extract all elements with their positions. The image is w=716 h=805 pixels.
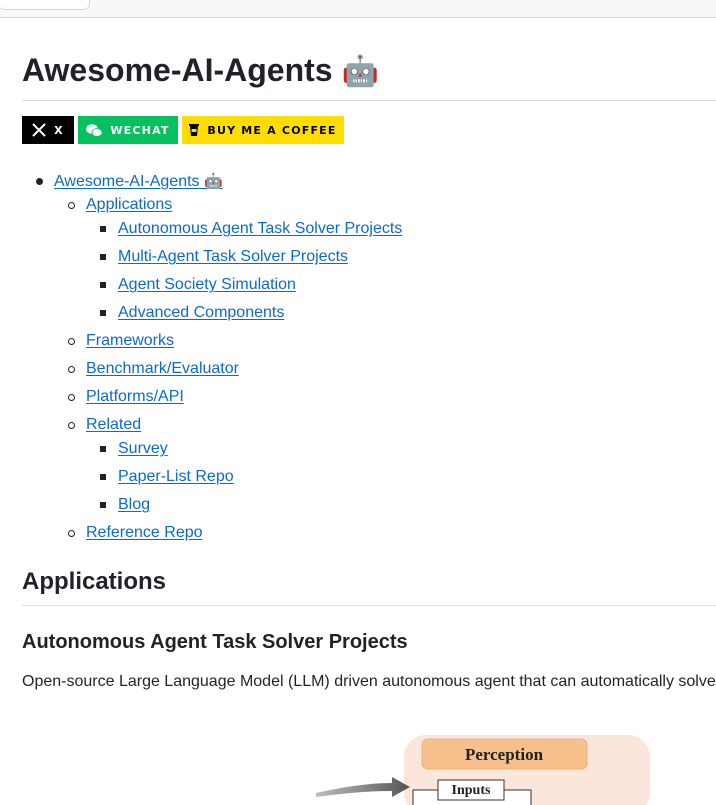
toc-item-advanced[interactable]: Advanced Components xyxy=(100,302,284,324)
circle-bullet xyxy=(68,394,75,401)
coffee-cup-icon xyxy=(189,124,200,136)
robot-emoji-icon: 🤖 xyxy=(204,172,223,190)
toc-item-blog[interactable]: Blog xyxy=(100,494,150,516)
robot-emoji-icon: 🤖 xyxy=(341,54,379,89)
square-bullet xyxy=(100,254,106,260)
toc-link-platforms[interactable]: Platforms/API xyxy=(86,388,184,405)
x-logo-icon xyxy=(32,123,46,137)
toc-link-paper-list[interactable]: Paper-List Repo xyxy=(118,468,234,485)
wechat-logo-icon xyxy=(86,123,103,137)
x-badge-label: X xyxy=(54,123,64,137)
agent-architecture-figure: Perception Inputs xyxy=(316,735,650,805)
toc-item-society[interactable]: Agent Society Simulation xyxy=(100,274,296,296)
buy-me-a-coffee-badge[interactable]: BUY ME A COFFEE xyxy=(182,116,344,144)
circle-bullet xyxy=(68,202,75,209)
toc-item-root[interactable]: Awesome-AI-Agents 🤖 xyxy=(36,170,223,193)
inputs-label: Inputs xyxy=(452,783,491,798)
toc-link-society[interactable]: Agent Society Simulation xyxy=(118,276,296,293)
disc-bullet xyxy=(36,178,43,185)
toc-item-applications[interactable]: Applications xyxy=(68,194,172,216)
autonomous-heading: Autonomous Agent Task Solver Projects xyxy=(22,631,408,653)
readme-content: Awesome-AI-Agents 🤖 X WECHAT BUY ME A CO… xyxy=(22,40,716,690)
toc-link-blog[interactable]: Blog xyxy=(118,496,150,513)
x-badge[interactable]: X xyxy=(22,116,74,144)
circle-bullet xyxy=(68,422,75,429)
toc-item-platforms[interactable]: Platforms/API xyxy=(68,386,184,408)
toc-item-survey[interactable]: Survey xyxy=(100,438,168,460)
toc-link-advanced[interactable]: Advanced Components xyxy=(118,304,284,321)
toolbar-tab[interactable] xyxy=(0,0,90,10)
wechat-badge-label: WECHAT xyxy=(110,123,170,137)
toc-link-root[interactable]: Awesome-AI-Agents 🤖 xyxy=(54,172,223,190)
toc-item-benchmark[interactable]: Benchmark/Evaluator xyxy=(68,358,239,380)
autonomous-description: Open-source Large Language Model (LLM) d… xyxy=(22,673,716,690)
title-divider xyxy=(22,100,716,101)
toc-link-survey[interactable]: Survey xyxy=(118,440,168,457)
square-bullet xyxy=(100,502,106,508)
input-arrow-icon xyxy=(316,777,410,797)
applications-divider xyxy=(22,605,716,606)
page-title: Awesome-AI-Agents 🤖 xyxy=(22,40,716,100)
coffee-badge-label: BUY ME A COFFEE xyxy=(207,123,337,137)
square-bullet xyxy=(100,446,106,452)
circle-bullet xyxy=(68,530,75,537)
toc-link-applications[interactable]: Applications xyxy=(86,196,172,213)
toc-item-autonomous[interactable]: Autonomous Agent Task Solver Projects xyxy=(100,218,402,240)
circle-bullet xyxy=(68,338,75,345)
toc-item-reference[interactable]: Reference Repo xyxy=(68,522,203,544)
circle-bullet xyxy=(68,366,75,373)
top-toolbar xyxy=(0,0,716,18)
wechat-badge[interactable]: WECHAT xyxy=(78,116,178,144)
toc-link-related[interactable]: Related xyxy=(86,416,141,433)
toc-link-autonomous[interactable]: Autonomous Agent Task Solver Projects xyxy=(118,220,402,237)
toc-item-multi-agent[interactable]: Multi-Agent Task Solver Projects xyxy=(100,246,348,268)
toc-link-reference[interactable]: Reference Repo xyxy=(86,524,203,541)
toc-link-multi-agent[interactable]: Multi-Agent Task Solver Projects xyxy=(118,248,348,265)
toc-item-related[interactable]: Related xyxy=(68,414,141,436)
square-bullet xyxy=(100,282,106,288)
square-bullet xyxy=(100,310,106,316)
square-bullet xyxy=(100,226,106,232)
toc-item-paper-list[interactable]: Paper-List Repo xyxy=(100,466,234,488)
perception-label: Perception xyxy=(465,745,544,764)
applications-heading: Applications xyxy=(22,568,167,595)
page-title-text: Awesome-AI-Agents xyxy=(22,52,333,88)
square-bullet xyxy=(100,474,106,480)
toc-link-frameworks[interactable]: Frameworks xyxy=(86,332,174,349)
toc-link-benchmark[interactable]: Benchmark/Evaluator xyxy=(86,360,239,377)
toc-item-frameworks[interactable]: Frameworks xyxy=(68,330,174,352)
